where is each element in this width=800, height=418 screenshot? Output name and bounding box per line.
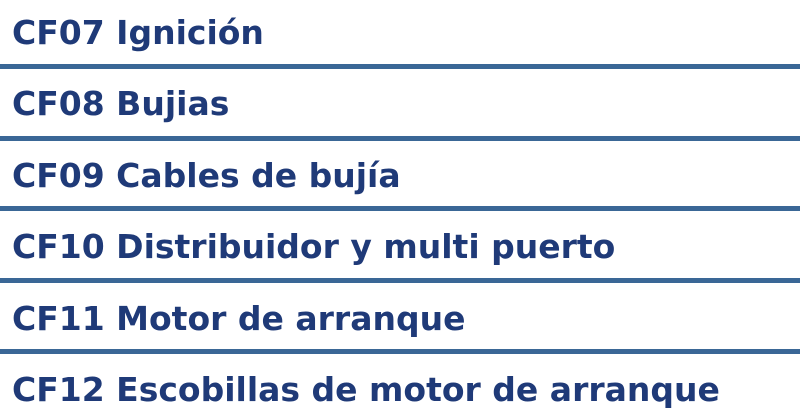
list-item-cf10[interactable]: CF10 Distribuidor y multi puerto xyxy=(0,230,800,263)
list-item-cf12[interactable]: CF12 Escobillas de motor de arranque xyxy=(0,373,800,406)
topic-list: CF07 Ignición CF08 Bujias CF09 Cables de… xyxy=(0,0,800,418)
list-item-cf07[interactable]: CF07 Ignición xyxy=(0,16,800,49)
divider xyxy=(0,349,800,354)
list-item-cf11[interactable]: CF11 Motor de arranque xyxy=(0,302,800,335)
divider xyxy=(0,278,800,283)
divider xyxy=(0,136,800,141)
list-item-cf08[interactable]: CF08 Bujias xyxy=(0,87,800,120)
divider xyxy=(0,206,800,211)
divider xyxy=(0,64,800,69)
list-item-cf09[interactable]: CF09 Cables de bujía xyxy=(0,159,800,192)
